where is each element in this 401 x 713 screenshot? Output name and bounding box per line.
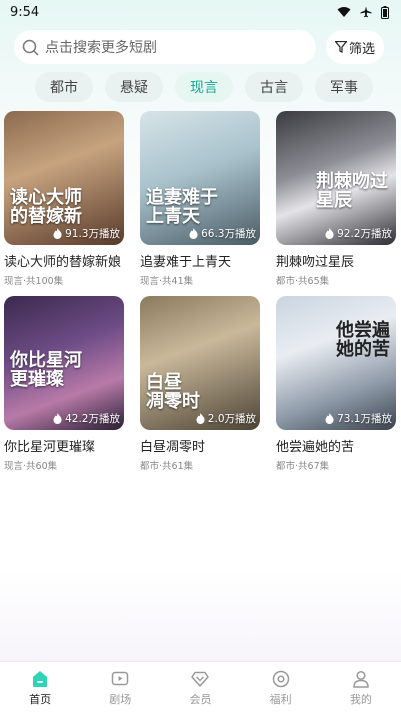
bottom-nav: 首页 剧场 会员 福利 我的 xyxy=(0,661,401,713)
flame-icon xyxy=(53,413,62,424)
battery-icon xyxy=(381,5,389,19)
drama-poster[interactable]: 他尝遍 她的苦 73.1万播放 xyxy=(276,296,396,430)
drama-title: 他尝遍她的苦 xyxy=(276,440,355,455)
drama-meta: 都市·共61集 xyxy=(140,461,194,472)
nav-label: 福利 xyxy=(269,692,292,706)
drama-card[interactable]: 读心大师 的替嫁新 91.3万播放 读心大师的替嫁新娘 现言·共100集 xyxy=(4,111,124,287)
drama-card[interactable]: 他尝遍 她的苦 73.1万播放 他尝遍她的苦 都市·共67集 xyxy=(276,296,396,472)
search-placeholder: 点击搜索更多短剧 xyxy=(45,40,157,56)
filter-button[interactable]: 筛选 xyxy=(326,30,384,64)
drama-title: 荆棘吻过星辰 xyxy=(276,255,355,270)
poster-title-art: 追妻难于 上青天 xyxy=(146,187,218,228)
tab-xuanyi[interactable]: 悬疑 xyxy=(105,72,163,102)
poster-title-art: 你比星河 更璀璨 xyxy=(10,350,82,391)
drama-card[interactable]: 你比星河 更璀璨 42.2万播放 你比星河更璀璨 现言·共60集 xyxy=(4,296,124,472)
play-count: 91.3万播放 xyxy=(53,226,120,241)
tab-label: 军事 xyxy=(330,80,358,96)
status-time: 9:54 xyxy=(10,4,40,20)
drama-meta: 现言·共41集 xyxy=(140,276,194,287)
category-tabs: 都市 悬疑 现言 古言 军事 xyxy=(35,72,373,102)
nav-home[interactable]: 首页 xyxy=(10,669,70,707)
flame-icon xyxy=(325,228,334,239)
search-input[interactable]: 点击搜索更多短剧 xyxy=(14,30,316,64)
nav-theater[interactable]: 剧场 xyxy=(90,669,150,707)
drama-poster[interactable]: 读心大师 的替嫁新 91.3万播放 xyxy=(4,111,124,245)
flame-icon xyxy=(53,228,62,239)
drama-meta: 都市·共67集 xyxy=(276,461,330,472)
flame-icon xyxy=(196,413,205,424)
vip-icon xyxy=(191,671,210,687)
poster-title-art: 白昼 凋零时 xyxy=(146,372,200,413)
drama-meta: 现言·共60集 xyxy=(4,461,58,472)
status-bar: 9:54 xyxy=(0,0,401,24)
nav-label: 剧场 xyxy=(109,692,132,706)
tab-label: 现言 xyxy=(190,80,218,96)
drama-card[interactable]: 追妻难于 上青天 66.3万播放 追妻难于上青天 现言·共41集 xyxy=(140,111,260,287)
nav-profile[interactable]: 我的 xyxy=(331,669,391,707)
poster-title-art: 荆棘吻过 星辰 xyxy=(316,171,388,212)
tab-label: 古言 xyxy=(260,80,288,96)
airplane-icon xyxy=(360,6,372,18)
play-count: 42.2万播放 xyxy=(53,411,120,426)
play-count: 92.2万播放 xyxy=(325,226,392,241)
drama-card[interactable]: 荆棘吻过 星辰 92.2万播放 荆棘吻过星辰 都市·共65集 xyxy=(276,111,396,287)
poster-title-art: 读心大师 的替嫁新 xyxy=(10,187,82,228)
drama-meta: 现言·共100集 xyxy=(4,276,64,287)
drama-title: 追妻难于上青天 xyxy=(140,255,232,270)
search-icon xyxy=(22,39,39,56)
tab-xianyan[interactable]: 现言 xyxy=(175,72,233,102)
profile-icon xyxy=(353,670,369,688)
play-count: 73.1万播放 xyxy=(325,411,392,426)
flame-icon xyxy=(189,228,198,239)
drama-poster[interactable]: 追妻难于 上青天 66.3万播放 xyxy=(140,111,260,245)
tab-dushi[interactable]: 都市 xyxy=(35,72,93,102)
play-count: 2.0万播放 xyxy=(196,411,256,426)
drama-poster[interactable]: 荆棘吻过 星辰 92.2万播放 xyxy=(276,111,396,245)
filter-label: 筛选 xyxy=(348,41,375,57)
poster-title-art: 他尝遍 她的苦 xyxy=(336,320,390,361)
drama-title: 白昼凋零时 xyxy=(140,440,206,455)
nav-vip[interactable]: 会员 xyxy=(170,669,230,707)
nav-label: 我的 xyxy=(349,692,372,706)
wifi-icon xyxy=(337,7,351,17)
drama-poster[interactable]: 你比星河 更璀璨 42.2万播放 xyxy=(4,296,124,430)
drama-card[interactable]: 白昼 凋零时 2.0万播放 白昼凋零时 都市·共61集 xyxy=(140,296,260,472)
flame-icon xyxy=(325,413,334,424)
play-count: 66.3万播放 xyxy=(189,226,256,241)
tab-label: 都市 xyxy=(50,80,78,96)
nav-welfare[interactable]: 福利 xyxy=(251,669,311,707)
theater-icon xyxy=(112,671,129,685)
tab-guyan[interactable]: 古言 xyxy=(245,72,303,102)
filter-icon xyxy=(334,41,347,53)
nav-label: 首页 xyxy=(29,692,52,706)
gift-icon xyxy=(272,670,289,687)
tab-label: 悬疑 xyxy=(120,80,148,96)
status-icons xyxy=(337,5,389,19)
tab-junshi[interactable]: 军事 xyxy=(315,72,373,102)
nav-label: 会员 xyxy=(189,692,212,706)
drama-title: 你比星河更璀璨 xyxy=(4,440,96,455)
drama-poster[interactable]: 白昼 凋零时 2.0万播放 xyxy=(140,296,260,430)
search-row: 点击搜索更多短剧 筛选 xyxy=(14,30,386,64)
home-icon xyxy=(33,670,48,687)
drama-meta: 都市·共65集 xyxy=(276,276,330,287)
drama-title: 读心大师的替嫁新娘 xyxy=(4,255,122,270)
